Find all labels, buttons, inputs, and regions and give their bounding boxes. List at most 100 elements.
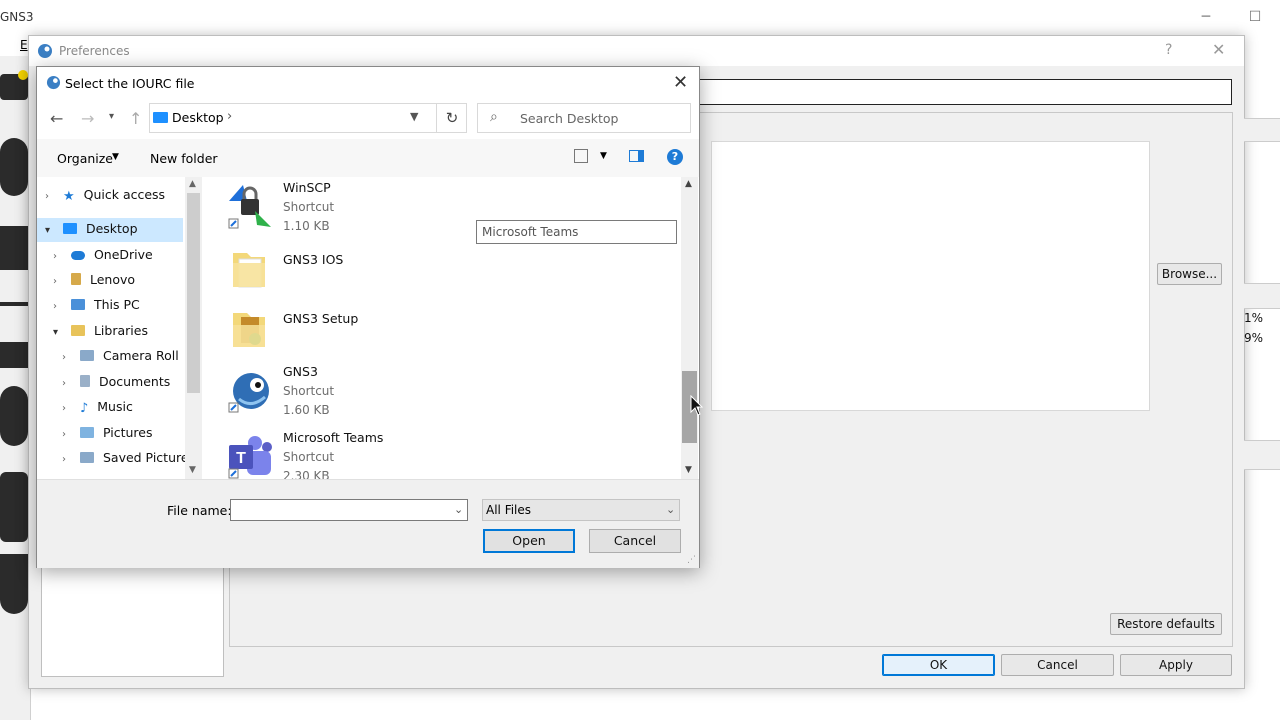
tree-item-onedrive[interactable]: › OneDrive [53,244,153,266]
back-arrow-icon[interactable]: ← [50,109,63,128]
expand-chevron-icon[interactable]: › [53,271,67,293]
organize-dropdown-icon[interactable]: ▼ [112,152,119,162]
winscp-icon [228,185,271,229]
rename-edit-box[interactable]: Microsoft Teams [476,220,677,244]
close-icon[interactable]: ✕ [673,72,688,93]
tree-item-camera-roll[interactable]: › Camera Roll [62,345,179,367]
resize-grip-icon[interactable]: ⋰ [687,555,696,565]
right-panel-header [1244,118,1280,142]
tree-label: Lenovo [89,272,136,287]
tree-label: Desktop [85,221,138,236]
tree-item-documents[interactable]: › Documents [62,371,170,393]
switch-tool-icon[interactable] [0,226,28,270]
tree-item-pictures[interactable]: › Pictures [62,422,152,444]
folder-icon [233,253,265,288]
document-icon [79,375,90,387]
expand-chevron-icon[interactable]: › [62,373,76,395]
expand-chevron-icon[interactable]: › [53,246,67,268]
file-name: GNS3 Setup [283,311,359,326]
view-dropdown-icon[interactable]: ▼ [600,151,607,161]
address-dropdown-icon[interactable]: ▼ [410,110,418,123]
help-icon[interactable]: ? [667,149,683,165]
gns3-logo-icon [38,44,52,58]
expand-chevron-icon[interactable]: › [62,398,76,420]
scroll-down-icon[interactable]: ▼ [685,465,692,475]
file-type-select[interactable]: All Files ⌄ [482,499,680,521]
tree-item-quick-access[interactable]: › ★ Quick access [45,184,165,206]
cancel-button[interactable]: Cancel [1001,654,1114,676]
maximize-button[interactable]: ☐ [1241,6,1269,28]
preferences-title: Preferences [59,44,130,58]
restore-defaults-button[interactable]: Restore defaults [1110,613,1222,635]
browse-button[interactable]: Browse... [1157,263,1222,285]
file-name: Microsoft Teams [283,430,384,445]
tree-item-music[interactable]: › ♪ Music [62,396,133,418]
move-tool-icon[interactable] [0,138,28,196]
svg-text:T: T [236,450,246,467]
expand-chevron-icon[interactable]: › [53,296,67,318]
file-type-value: All Files [486,503,532,517]
recent-dropdown-icon[interactable]: ▾ [109,111,114,122]
new-folder-button[interactable]: New folder [150,151,218,166]
gns3-chameleon-icon [228,373,269,413]
up-arrow-icon[interactable]: ↑ [129,109,142,128]
apply-button[interactable]: Apply [1120,654,1232,676]
scroll-up-icon[interactable]: ▲ [189,179,196,189]
tree-label: Libraries [93,323,148,338]
file-name: WinSCP [283,180,331,195]
tree-scroll-thumb[interactable] [187,193,200,393]
open-button[interactable]: Open [483,529,575,553]
minimize-button[interactable]: ─ [1192,6,1220,28]
tree-label: OneDrive [93,247,153,262]
search-box[interactable]: ⌕ Search Desktop [477,103,691,133]
pictures-icon [79,427,94,438]
file-name-input[interactable]: ⌄ [230,499,468,521]
file-type: Shortcut [283,384,335,398]
chevron-down-icon[interactable]: ⌄ [454,503,463,516]
tree-label: This PC [93,297,140,312]
file-size: 1.60 KB [283,403,330,417]
desktop-icon [62,223,77,234]
address-location[interactable]: Desktop [172,110,224,125]
tree-item-libraries[interactable]: ▾ Libraries [53,320,148,342]
help-button[interactable]: ? [1165,42,1172,58]
link-tool-icon[interactable] [0,554,28,614]
folder-icon [233,313,265,347]
arrows-tool-icon[interactable] [0,472,28,542]
scroll-down-icon[interactable]: ▼ [189,465,196,475]
forward-arrow-icon[interactable]: → [81,109,94,128]
collapse-chevron-icon[interactable]: ▾ [45,220,59,242]
chevron-down-icon[interactable]: ⌄ [666,500,675,520]
cancel-button[interactable]: Cancel [589,529,681,553]
desktop-icon [153,112,168,123]
tree-item-this-pc[interactable]: › This PC [53,294,140,316]
organize-button[interactable]: Organize [57,151,113,166]
view-options-icon[interactable] [574,149,588,163]
ok-button[interactable]: OK [882,654,995,676]
expand-chevron-icon[interactable]: › [62,424,76,446]
preview-pane-icon[interactable] [629,150,644,162]
cloud-icon [70,251,85,260]
right-panel-footer [1244,440,1280,470]
tree-item-desktop[interactable]: ▾ Desktop [45,218,138,240]
scroll-up-icon[interactable]: ▲ [685,179,692,189]
play-tool-icon[interactable] [0,386,28,446]
tree-item-saved-pictures[interactable]: › Saved Pictures [62,447,185,469]
device-toolbar [0,56,31,720]
navigation-tree[interactable]: › ★ Quick access ▾ Desktop › OneDrive › … [37,177,185,479]
expand-chevron-icon[interactable]: › [62,449,76,471]
menu-edit[interactable]: E [20,38,28,52]
close-icon[interactable]: ✕ [1212,40,1225,59]
breadcrumb-chevron-icon[interactable]: › [227,109,232,124]
main-window-title: GNS3 [0,10,34,24]
expand-chevron-icon[interactable]: › [45,186,59,208]
collapse-chevron-icon[interactable]: ▾ [53,322,67,344]
tree-label: Documents [98,374,171,389]
cable-tool-icon[interactable] [0,342,28,368]
cpu-percent: 1% [1244,311,1264,325]
expand-chevron-icon[interactable]: › [62,347,76,369]
refresh-icon[interactable]: ↻ [436,104,467,132]
address-bar[interactable]: Desktop › ▼ ↻ [149,103,467,133]
iourc-text-area[interactable] [711,141,1150,411]
tree-item-lenovo[interactable]: › Lenovo [53,269,135,291]
